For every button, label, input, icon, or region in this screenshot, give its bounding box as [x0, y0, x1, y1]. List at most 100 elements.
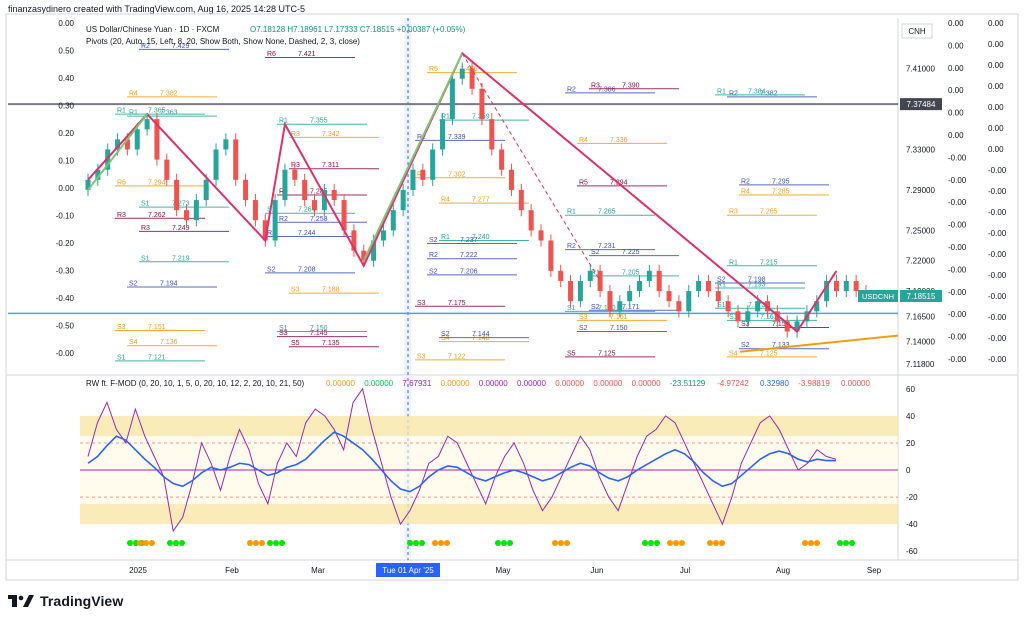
candle-body — [617, 301, 623, 312]
pivot-value: 7.390 — [622, 82, 640, 89]
pivot-value: 7.222 — [460, 252, 478, 259]
osc-value: 0.32980 — [760, 379, 789, 388]
right-scale-a-label: -0.00 — [948, 221, 967, 230]
signal-dot — [143, 540, 149, 546]
pivot-label: R4 — [579, 137, 588, 144]
signal-dot — [642, 540, 648, 546]
left-scale-label: 0.30 — [58, 102, 74, 111]
pivot-value: 7.355 — [310, 118, 328, 125]
price-tick-label: 7.22000 — [906, 257, 935, 266]
usdcnh-chart[interactable]: R17.365R17.355R17.359R27.386R27.382R27.4… — [0, 0, 1024, 590]
signal-dot — [558, 540, 564, 546]
signal-dot — [648, 540, 654, 546]
pivot-value: 7.363 — [160, 110, 178, 117]
symbol-title: US Dollar/Chinese Yuan · 1D · FXCM — [86, 25, 220, 34]
candle-body — [853, 280, 859, 292]
pivot-value: 7.342 — [322, 131, 340, 138]
pivot-label: S5 — [291, 340, 300, 347]
time-axis-label: Sep — [867, 566, 882, 575]
time-axis-label: Jun — [591, 566, 604, 575]
pivot-value: 7.339 — [448, 134, 466, 141]
pivot-label: S3 — [117, 324, 126, 331]
pivot-value: 7.258 — [310, 216, 328, 223]
signal-dot — [273, 540, 279, 546]
pivot-label: R3 — [117, 212, 126, 219]
pivot-value: 7.302 — [448, 171, 466, 178]
pivot-value: 7.219 — [172, 255, 190, 262]
candle-body — [420, 169, 426, 180]
pivot-label: R6 — [117, 179, 126, 186]
price-tick-label: 7.11800 — [906, 360, 935, 369]
pivot-value: 7.206 — [460, 268, 478, 275]
signal-dot — [679, 540, 685, 546]
pivot-label: S2 — [429, 237, 438, 244]
osc-value: 0.00000 — [517, 379, 546, 388]
signal-dot — [407, 540, 413, 546]
time-axis-label: Jul — [680, 566, 690, 575]
tradingview-brand[interactable]: TradingView — [8, 593, 123, 609]
right-scale-a-label: -0.00 — [948, 153, 967, 162]
right-scale-a-label: -0.00 — [948, 243, 967, 252]
brand-name: TradingView — [40, 593, 124, 609]
price-tick-label: 7.16500 — [906, 312, 935, 321]
right-scale-a-label: 0.00 — [948, 131, 964, 140]
signal-dot — [849, 540, 855, 546]
pivot-label: S1 — [141, 255, 150, 262]
candle-body — [302, 179, 308, 201]
signal-dot — [501, 540, 507, 546]
right-scale-a-label: -0.00 — [948, 198, 967, 207]
pivot-label: S1 — [117, 354, 126, 361]
candle-body — [400, 189, 406, 211]
pivot-value: 7.121 — [148, 354, 166, 361]
signal-dot — [149, 540, 155, 546]
candle-body — [646, 270, 652, 281]
right-scale-b-label: -0.00 — [988, 166, 1007, 175]
right-scale-b-label: -0.00 — [988, 250, 1007, 259]
candle-body — [243, 179, 249, 201]
pivot-value: 7.386 — [598, 86, 616, 93]
pivot-label: R2 — [279, 216, 288, 223]
signal-dot — [808, 540, 814, 546]
signal-dot — [495, 540, 501, 546]
right-scale-b-label: 0.00 — [988, 61, 1004, 70]
pivot-label: R1 — [729, 259, 738, 266]
pivot-value: 7.150 — [310, 325, 328, 332]
candle-body — [676, 301, 682, 312]
pivot-value: 7.295 — [772, 178, 790, 185]
pivot-value: 7.311 — [322, 162, 339, 169]
right-scale-b-label: -0.00 — [988, 187, 1007, 196]
pivot-label: R2 — [429, 252, 438, 259]
candle-body — [272, 200, 278, 241]
ohlc-values: O7.18128 H7.18961 L7.17333 C7.18515 +0.0… — [250, 25, 466, 34]
pivot-value: 7.194 — [160, 281, 178, 288]
osc-tick-label: -40 — [906, 520, 918, 529]
right-scale-b-label: 0.00 — [988, 82, 1004, 91]
pivot-label: R6 — [267, 51, 276, 58]
pivot-value: 7.171 — [622, 304, 640, 311]
pivot-value: 7.151 — [148, 324, 166, 331]
candle-body — [715, 291, 721, 302]
candle-body — [331, 189, 337, 201]
left-scale-label: 0.40 — [58, 74, 74, 83]
pivot-label: S3 — [741, 321, 750, 328]
right-scale-a-label: 0.00 — [948, 41, 964, 50]
right-scale-b-label: 0.00 — [988, 19, 1004, 28]
signal-dot — [432, 540, 438, 546]
candle-body — [134, 129, 140, 150]
candle-body — [843, 280, 849, 292]
signal-dot — [259, 540, 265, 546]
pivot-value: 7.125 — [760, 350, 778, 357]
candle-body — [568, 280, 574, 302]
pivot-label: S5 — [567, 350, 576, 357]
pivot-label: R3 — [141, 225, 150, 232]
candle-body — [656, 270, 662, 292]
right-scale-a-label: 0.00 — [948, 64, 964, 73]
pivot-value: 7.208 — [298, 266, 316, 273]
signal-dot — [802, 540, 808, 546]
candle-body — [213, 149, 219, 180]
pivot-label: S1 — [141, 201, 150, 208]
pivot-value: 7.135 — [322, 340, 340, 347]
osc-value: 0.00000 — [441, 379, 470, 388]
candle-body — [430, 149, 436, 180]
left-scale-label: 0.20 — [58, 129, 74, 138]
